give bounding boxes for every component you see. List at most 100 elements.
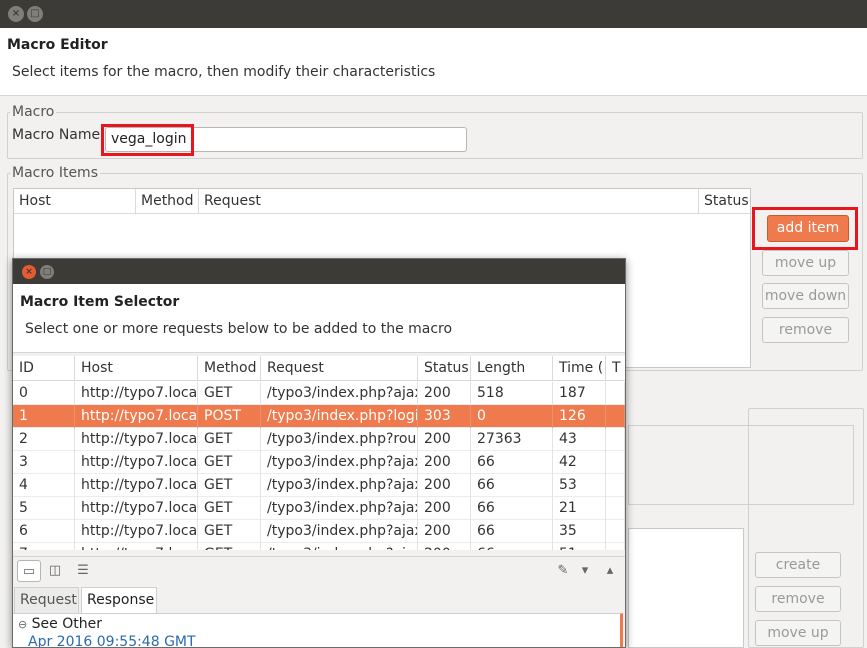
move-up-button[interactable]: move up [762, 250, 849, 276]
column-header-extra[interactable]: T [606, 356, 625, 381]
cell-method: GET [198, 382, 261, 405]
column-header-id[interactable]: ID [13, 356, 75, 381]
request-table[interactable]: ID Host Method Request Status Length Tim… [13, 356, 625, 550]
cell-id: 2 [13, 428, 75, 451]
column-header-method[interactable]: Method [136, 189, 199, 214]
cell-extra [606, 520, 625, 543]
column-header-time[interactable]: Time ( [553, 356, 606, 381]
cell-length: 66 [471, 520, 553, 543]
collapse-toggle-icon[interactable]: ⊖ [18, 618, 27, 631]
cell-length: 27363 [471, 428, 553, 451]
dialog-subtitle: Select one or more requests below to be … [25, 321, 453, 337]
cell-method: GET [198, 451, 261, 474]
move-down-button[interactable]: move down [762, 283, 849, 309]
cell-time: 21 [553, 497, 606, 520]
cell-request: /typo3/index.php?ajax [261, 474, 418, 497]
response-date-line: Apr 2016 09:55:48 GMT [28, 634, 196, 648]
column-header-request[interactable]: Request [261, 356, 418, 381]
cell-length: 0 [471, 405, 553, 428]
layout-toolbar: ▭ ◫ ☰ ✎ ▾ ▴ [13, 556, 625, 586]
settings-icon[interactable]: ✎ [551, 560, 575, 582]
cell-method: POST [198, 405, 261, 428]
cell-extra [606, 474, 625, 497]
close-icon[interactable]: × [8, 6, 24, 22]
column-header-request[interactable]: Request [199, 189, 699, 214]
cell-host: http://typo7.loca [75, 474, 198, 497]
cell-length: 66 [471, 543, 553, 550]
response-viewer[interactable]: ⊖ See Other Apr 2016 09:55:48 GMT [13, 613, 623, 648]
cell-method: GET [198, 520, 261, 543]
cell-host: http://typo7.loca [75, 543, 198, 550]
macro-group-label: Macro [10, 104, 57, 120]
tab-response[interactable]: Response [81, 587, 157, 613]
cell-method: GET [198, 497, 261, 520]
macro-item-selector-dialog: × □ Macro Item Selector Select one or mo… [12, 258, 626, 648]
lower-settings-box [628, 425, 854, 505]
cell-status: 200 [418, 497, 471, 520]
table-row[interactable]: 2 http://typo7.loca GET/typo3/index.php?ro… [13, 428, 625, 451]
cell-extra [606, 405, 625, 428]
cell-id: 0 [13, 382, 75, 405]
chevron-down-icon[interactable]: ▾ [573, 560, 597, 582]
cell-request: /typo3/index.php?ajax [261, 520, 418, 543]
cell-length: 66 [471, 474, 553, 497]
cell-request: /typo3/index.php?ajax [261, 382, 418, 405]
cell-extra [606, 543, 625, 550]
response-status-line: ⊖ See Other [18, 616, 102, 632]
table-row[interactable]: 3 http://typo7.loca GET/typo3/index.php?aj… [13, 451, 625, 474]
table-row[interactable]: 0 http://typo7.loca GET/typo3/index.php?aj… [13, 382, 625, 405]
cell-request: /typo3/index.php?rou [261, 428, 418, 451]
table-row[interactable]: 4 http://typo7.loca GET/typo3/index.php?aj… [13, 474, 625, 497]
cell-status: 303 [418, 405, 471, 428]
dialog-close-icon[interactable]: × [22, 265, 36, 279]
cell-time: 53 [553, 474, 606, 497]
cell-id: 5 [13, 497, 75, 520]
column-header-status[interactable]: Status [418, 356, 471, 381]
cell-id: 6 [13, 520, 75, 543]
cell-host: http://typo7.loca [75, 451, 198, 474]
cell-time: 126 [553, 405, 606, 428]
cell-length: 518 [471, 382, 553, 405]
column-header-status[interactable]: Status [699, 189, 750, 214]
cell-status: 200 [418, 520, 471, 543]
table-row[interactable]: 5 http://typo7.loca GET/typo3/index.php?aj… [13, 497, 625, 520]
dialog-titlebar: × □ [13, 259, 625, 284]
response-status-text: See Other [31, 616, 102, 632]
collapse-icon[interactable]: ▴ [598, 560, 622, 582]
cell-time: 35 [553, 520, 606, 543]
cell-request: /typo3/index.php?ajax [261, 451, 418, 474]
table-row[interactable]: 6 http://typo7.loca GET/typo3/index.php?aj… [13, 520, 625, 543]
cell-time: 51 [553, 543, 606, 550]
column-header-method[interactable]: Method [198, 356, 261, 381]
add-item-highlight-box [752, 207, 858, 250]
table-row[interactable]: 7http://typo7.locaGET/typo3/index.php?aj… [13, 543, 625, 550]
dialog-maximize-icon[interactable]: □ [40, 265, 54, 279]
side-by-side-layout-icon[interactable]: ◫ [43, 560, 67, 582]
stacked-layout-icon[interactable]: ☰ [71, 560, 95, 582]
lower-remove-button[interactable]: remove [755, 586, 841, 612]
tab-request[interactable]: Request [14, 587, 79, 613]
cell-host: http://typo7.loca [75, 382, 198, 405]
cell-id: 3 [13, 451, 75, 474]
page-subtitle: Select items for the macro, then modify … [12, 64, 436, 80]
cell-length: 66 [471, 451, 553, 474]
macro-items-group-label: Macro Items [10, 165, 100, 181]
macro-name-label: Macro Name: [12, 127, 105, 143]
create-button[interactable]: create [755, 552, 841, 578]
lower-move-up-button[interactable]: move up [755, 620, 841, 646]
cell-status: 200 [418, 428, 471, 451]
cell-id: 1 [13, 405, 75, 428]
table-row[interactable]: 1 http://typo7.loca POST/typo3/index.php?l… [13, 405, 625, 428]
column-header-length[interactable]: Length [471, 356, 553, 381]
column-header-host[interactable]: Host [14, 189, 136, 214]
lower-table[interactable] [628, 528, 744, 648]
cell-length: 66 [471, 497, 553, 520]
cell-request: /typo3/index.php?ajax [261, 497, 418, 520]
column-header-host[interactable]: Host [75, 356, 198, 381]
tabs-layout-icon[interactable]: ▭ [17, 560, 41, 582]
maximize-icon[interactable]: □ [27, 6, 43, 22]
remove-item-button[interactable]: remove [762, 317, 849, 343]
cell-request: /typo3/index.php?ajax [261, 543, 418, 550]
cell-extra [606, 451, 625, 474]
cell-status: 200 [418, 543, 471, 550]
